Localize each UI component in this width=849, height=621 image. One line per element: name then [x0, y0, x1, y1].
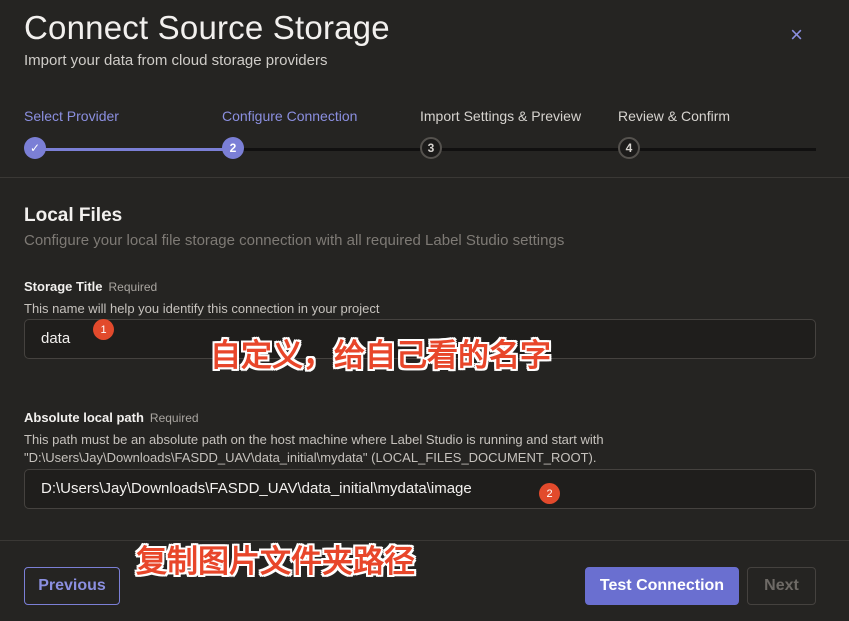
annotation-note-2: 复制图片文件夹路径: [136, 544, 415, 580]
local-path-help-line2: "D:\Users\Jay\Downloads\FASDD_UAV\data_i…: [24, 450, 597, 465]
required-tag: Required: [149, 411, 199, 425]
step-label-import-settings: Import Settings & Preview: [420, 108, 582, 124]
step-marker-3: 3: [420, 137, 442, 159]
local-path-help-line1: This path must be an absolute path on th…: [24, 432, 604, 447]
page-title: Connect Source Storage: [24, 9, 390, 46]
step-label-select-provider[interactable]: Select Provider: [24, 108, 119, 124]
header-divider: [0, 177, 849, 178]
required-tag: Required: [108, 280, 158, 294]
storage-title-help: This name will help you identify this co…: [24, 301, 380, 316]
step-marker-2: 2: [222, 137, 244, 159]
storage-title-label: Storage Title Required: [24, 279, 157, 294]
local-path-input[interactable]: D:\Users\Jay\Downloads\FASDD_UAV\data_in…: [24, 469, 816, 509]
annotation-badge-2: 2: [539, 483, 560, 504]
footer-divider: [0, 540, 849, 541]
step-label-configure-connection: Configure Connection: [222, 108, 358, 124]
section-subtitle: Configure your local file storage connec…: [24, 232, 565, 249]
page-subtitle: Import your data from cloud storage prov…: [24, 52, 328, 69]
local-path-label-text: Absolute local path: [24, 410, 144, 425]
step-check-icon[interactable]: ✓: [24, 137, 46, 159]
next-button[interactable]: Next: [747, 567, 816, 605]
storage-title-label-text: Storage Title: [24, 279, 103, 294]
local-path-help: This path must be an absolute path on th…: [24, 431, 824, 467]
close-icon[interactable]: ×: [790, 24, 803, 46]
previous-button[interactable]: Previous: [24, 567, 120, 605]
step-track-pending: [233, 148, 816, 151]
annotation-note-1: 自定义，给自己看的名字: [210, 338, 551, 374]
step-track-complete: [35, 148, 233, 151]
annotation-badge-1: 1: [93, 319, 114, 340]
stepper: Select Provider Configure Connection Imp…: [24, 108, 816, 168]
step-label-review-confirm: Review & Confirm: [618, 108, 731, 124]
step-marker-4: 4: [618, 137, 640, 159]
test-connection-button[interactable]: Test Connection: [585, 567, 739, 605]
section-title: Local Files: [24, 205, 123, 226]
local-path-label: Absolute local path Required: [24, 410, 199, 425]
